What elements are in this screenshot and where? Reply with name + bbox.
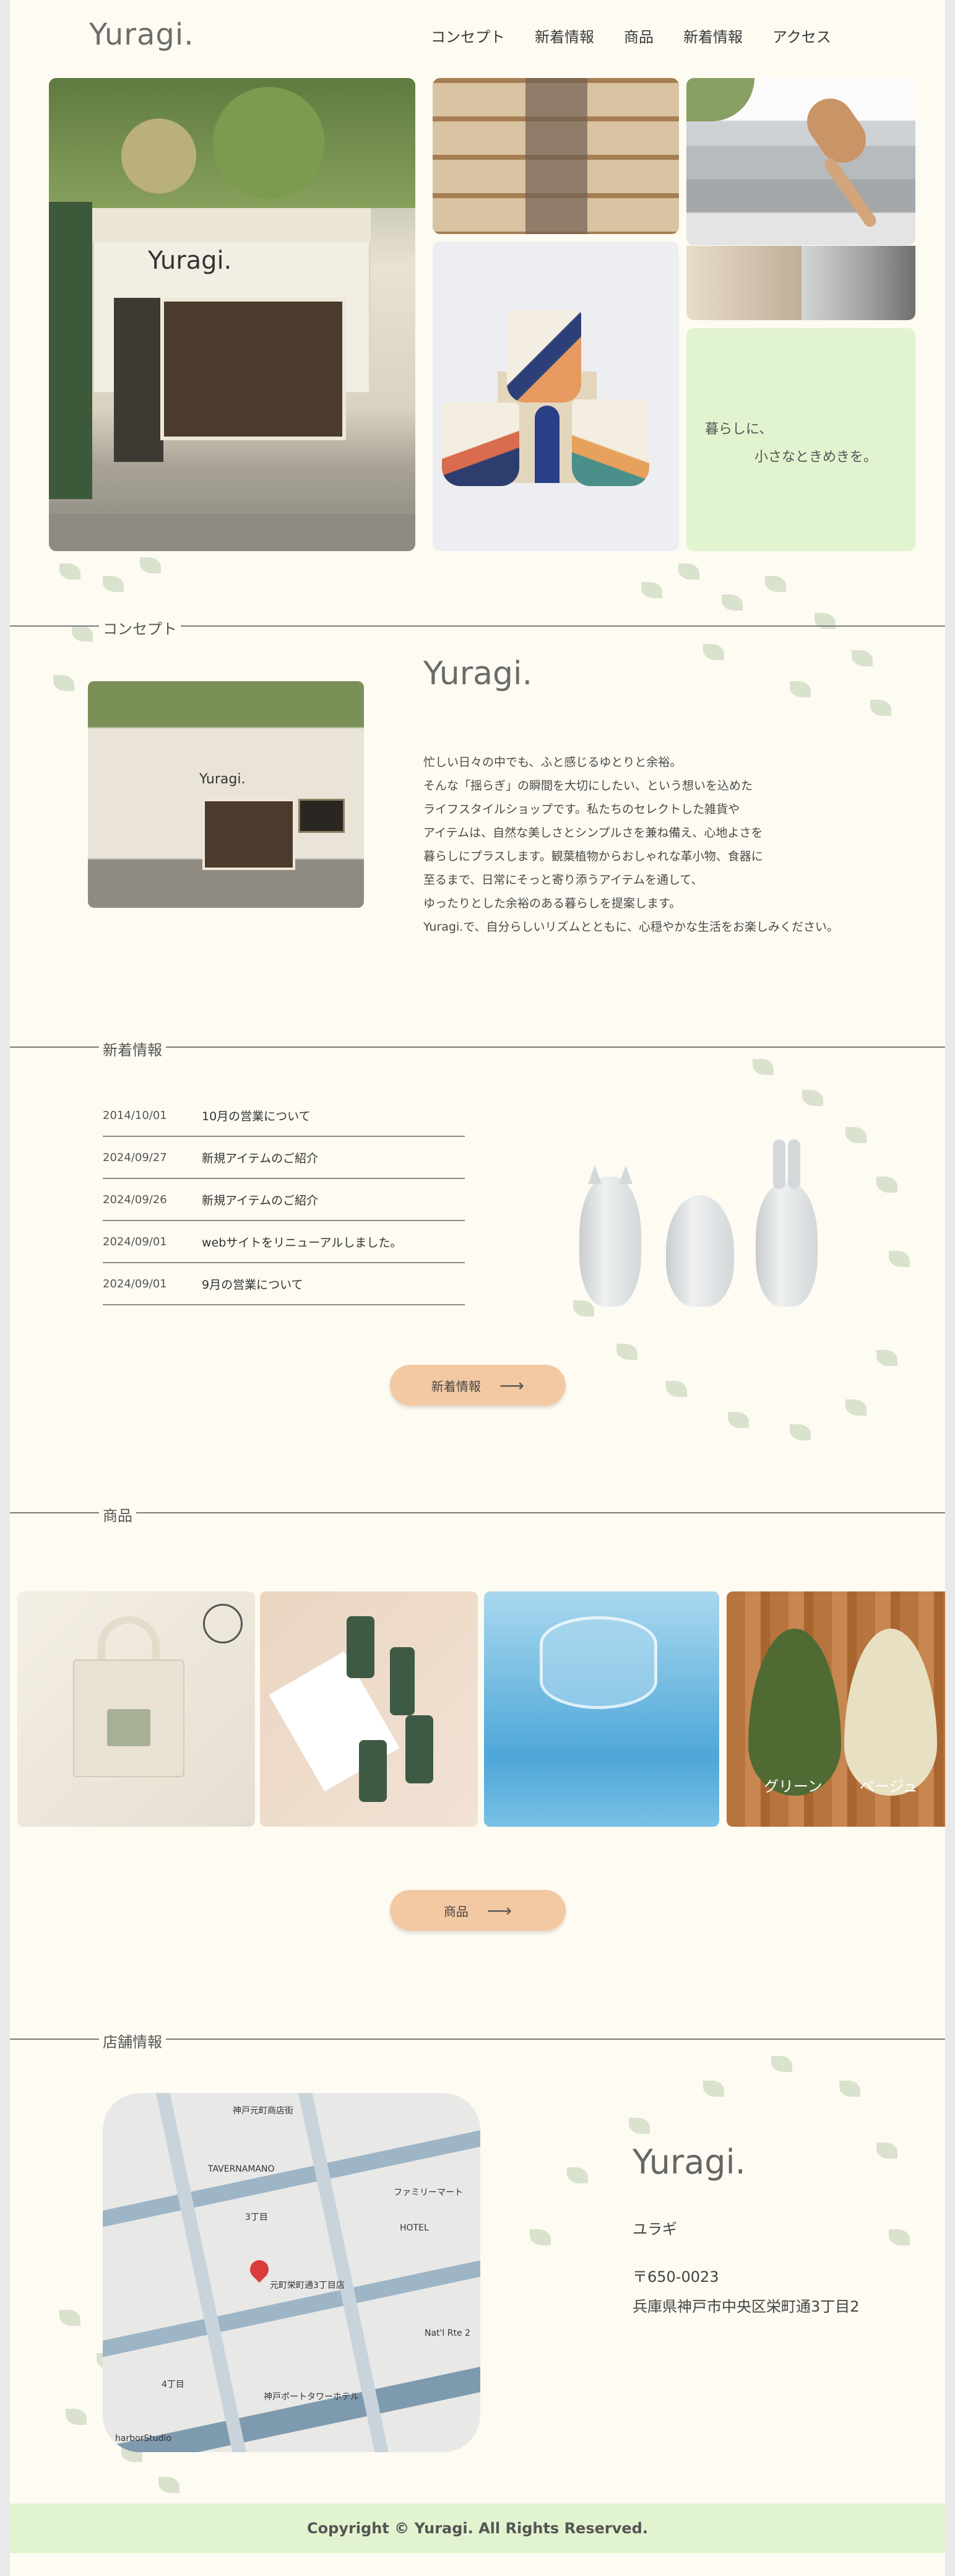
section-title-store: 店舗情報 bbox=[99, 2030, 166, 2052]
catchcopy-line1: 暮らしに、 bbox=[705, 422, 773, 437]
map-label: ファミリーマート bbox=[394, 2188, 463, 2198]
concept-line: 暮らしにプラスします。観葉植物からおしゃれな革小物、食器に bbox=[423, 850, 763, 863]
news-item[interactable]: 2024/09/26 新規アイテムのご紹介 bbox=[103, 1179, 465, 1221]
section-title-concept: コンセプト bbox=[99, 617, 181, 638]
shop-sign-text: Yuragi. bbox=[148, 246, 232, 275]
concept-line: 至るまで、日常にそっと寄り添うアイテムを通して、 bbox=[423, 873, 703, 887]
concept-line: ライフスタイルショップです。私たちのセレクトした雑貨や bbox=[423, 803, 740, 816]
map-label: TAVERNAMANO bbox=[208, 2164, 275, 2174]
product-glass[interactable] bbox=[484, 1591, 719, 1827]
nav-products[interactable]: 商品 bbox=[624, 25, 654, 46]
product-skincare[interactable] bbox=[260, 1591, 478, 1827]
concept-line: Yuragi.で、自分らしいリズムとともに、心穏やかな生活をお楽しみください。 bbox=[423, 920, 839, 934]
arrow-right-icon: ⟶ bbox=[499, 1375, 525, 1396]
news-title: 9月の営業について bbox=[202, 1277, 303, 1292]
concept-shop-photo: Yuragi. bbox=[88, 681, 364, 908]
map-pin-icon[interactable] bbox=[246, 2256, 273, 2283]
map-label: Nat'l Rte 2 bbox=[425, 2328, 470, 2338]
map-label: harborStudio bbox=[115, 2434, 172, 2443]
news-more-button[interactable]: 新着情報 ⟶ bbox=[390, 1365, 566, 1406]
store-name-kana: ユラギ bbox=[633, 2221, 677, 2238]
footer: Copyright © Yuragi. All Rights Reserved. bbox=[10, 2504, 945, 2553]
hero-shelves-photo bbox=[433, 78, 679, 234]
nav-access[interactable]: アクセス bbox=[772, 25, 831, 46]
store-logo: Yuragi. bbox=[633, 2143, 746, 2182]
news-date: 2024/09/01 bbox=[103, 1235, 167, 1248]
products-button-label: 商品 bbox=[443, 1904, 469, 1919]
leaf-label-beige: ベージュ bbox=[860, 1778, 918, 1795]
hero-mugs-photo bbox=[433, 242, 679, 551]
leaf-label-green: グリーン bbox=[764, 1778, 823, 1795]
news-button-label: 新着情報 bbox=[431, 1378, 481, 1394]
news-title: 10月の営業について bbox=[202, 1109, 311, 1123]
map-label: 3丁目 bbox=[245, 2213, 268, 2222]
news-item[interactable]: 2014/10/01 10月の営業について bbox=[103, 1095, 465, 1137]
section-title-news: 新着情報 bbox=[99, 1038, 166, 1060]
hero-catchcopy-card: 暮らしに、 小さなときめきを。 bbox=[686, 328, 915, 551]
news-title: webサイトをリニューアルしました。 bbox=[202, 1235, 402, 1250]
hero-small-photos bbox=[686, 246, 915, 320]
map-label: 4丁目 bbox=[162, 2380, 184, 2390]
ceramic-animals-photo bbox=[567, 1139, 827, 1307]
nav-news-2[interactable]: 新着情報 bbox=[683, 25, 743, 46]
map-label: 神戸元町商店街 bbox=[233, 2106, 293, 2116]
news-date: 2024/09/27 bbox=[103, 1151, 167, 1164]
news-item[interactable]: 2024/09/01 webサイトをリニューアルしました。 bbox=[103, 1221, 465, 1263]
news-item[interactable]: 2024/09/01 9月の営業について bbox=[103, 1263, 465, 1305]
concept-line: アイテムは、自然な美しさとシンプルさを兼ね備え、心地よさを bbox=[423, 826, 763, 840]
concept-line: そんな「揺らぎ」の瞬間を大切にしたい、という想いを込めた bbox=[423, 779, 753, 793]
global-nav: コンセプト 新着情報 商品 新着情報 アクセス bbox=[431, 25, 831, 46]
news-title: 新規アイテムのご紹介 bbox=[202, 1193, 319, 1208]
news-title: 新規アイテムのご紹介 bbox=[202, 1151, 319, 1165]
copyright: Copyright © Yuragi. All Rights Reserved. bbox=[307, 2520, 648, 2537]
section-divider bbox=[10, 1512, 945, 1513]
concept-line: ゆったりとした余裕のある暮らしを提案します。 bbox=[423, 897, 681, 910]
news-list: 2014/10/01 10月の営業について 2024/09/27 新規アイテムのご紹… bbox=[103, 1095, 465, 1305]
concept-text: 忙しい日々の中でも、ふと感じるゆとりと余裕。 そんな「揺らぎ」の瞬間を大切にした… bbox=[423, 751, 869, 939]
concept-logo: Yuragi. bbox=[423, 655, 532, 692]
products-more-button[interactable]: 商品 ⟶ bbox=[390, 1890, 566, 1931]
concept-photo-sign: Yuragi. bbox=[199, 772, 246, 787]
catchcopy-line2: 小さなときめきを。 bbox=[754, 450, 878, 465]
map-label: 元町栄町通3丁目店 bbox=[270, 2281, 345, 2291]
nav-concept[interactable]: コンセプト bbox=[431, 25, 505, 46]
nav-news[interactable]: 新着情報 bbox=[535, 25, 594, 46]
product-leaf-plates[interactable]: グリーン ベージュ bbox=[727, 1591, 945, 1827]
map-label: HOTEL bbox=[400, 2223, 429, 2233]
product-tote-bag[interactable] bbox=[17, 1591, 255, 1827]
store-address: 兵庫県神戸市中央区栄町通3丁目2 bbox=[633, 2298, 860, 2315]
news-date: 2024/09/26 bbox=[103, 1193, 167, 1206]
news-item[interactable]: 2024/09/27 新規アイテムのご紹介 bbox=[103, 1137, 465, 1179]
arrow-right-icon: ⟶ bbox=[486, 1900, 512, 1921]
concept-line: 忙しい日々の中でも、ふと感じるゆとりと余裕。 bbox=[423, 755, 682, 769]
news-date: 2024/09/01 bbox=[103, 1277, 167, 1290]
hero-towel-photo bbox=[686, 78, 915, 245]
news-date: 2014/10/01 bbox=[103, 1108, 167, 1122]
site-logo[interactable]: Yuragi. bbox=[89, 17, 194, 52]
hero-shop-photo: Yuragi. bbox=[49, 78, 415, 551]
map-label: 神戸ポートタワーホテル bbox=[264, 2392, 359, 2402]
store-map[interactable]: 神戸元町商店街 TAVERNAMANO ファミリーマート HOTEL 3丁目 元… bbox=[103, 2093, 480, 2452]
store-zip: 〒650-0023 bbox=[633, 2268, 719, 2286]
page: Yuragi. コンセプト 新着情報 商品 新着情報 アクセス Yuragi. … bbox=[10, 0, 945, 2576]
section-title-products: 商品 bbox=[99, 1503, 136, 1525]
